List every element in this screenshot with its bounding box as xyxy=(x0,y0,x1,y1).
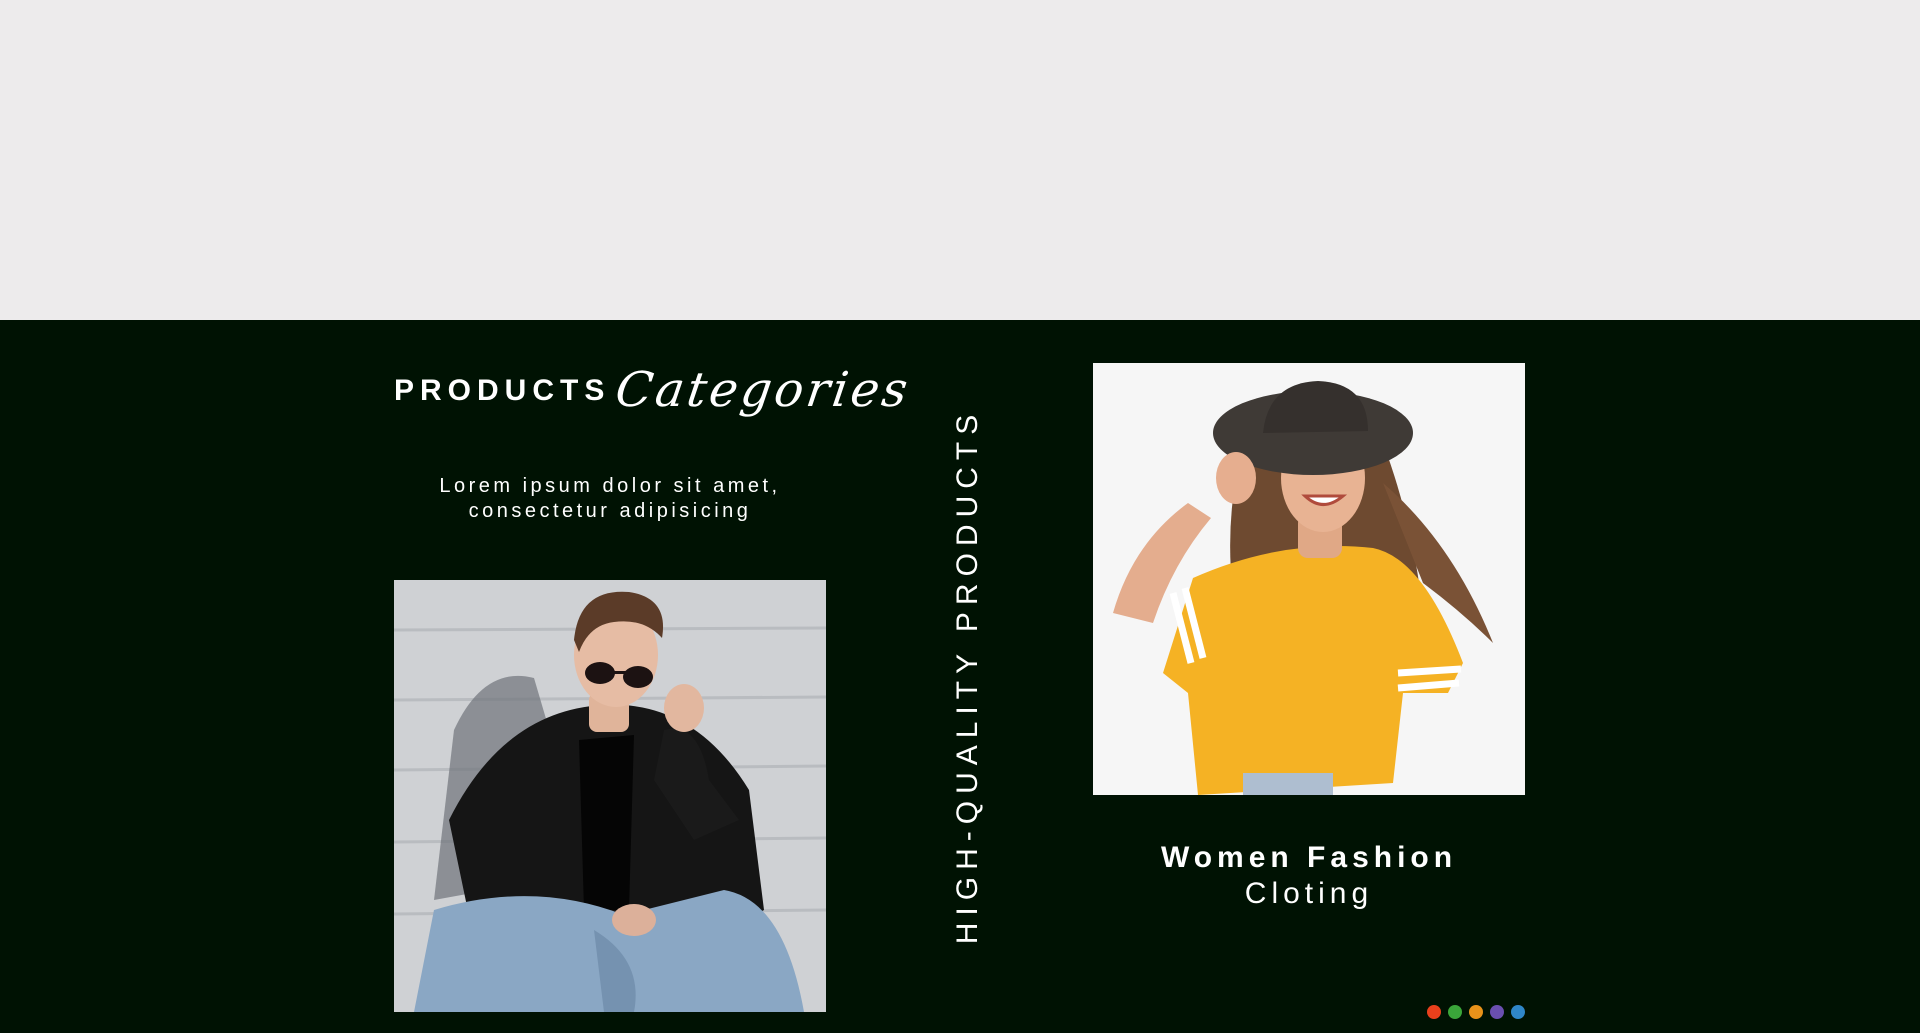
woman-in-hat-photo[interactable] xyxy=(1093,363,1525,795)
intro-text: Lorem ipsum dolor sit amet, consectetur … xyxy=(394,474,826,524)
feature-subtitle: Cloting xyxy=(1244,877,1374,910)
color-dot-purple[interactable] xyxy=(1490,1005,1504,1019)
heading-products: PRODUCTS xyxy=(394,374,611,407)
feature-title: Women Fashion xyxy=(1160,841,1458,874)
color-dot-red[interactable] xyxy=(1427,1005,1441,1019)
intro-line-1: Lorem ipsum dolor sit amet, xyxy=(439,475,781,497)
high-quality-products-label: HIGH-QUALITY PRODUCTS xyxy=(951,407,984,945)
feature-caption: Women Fashion Cloting xyxy=(1093,840,1525,912)
page: PRODUCTS Categories Lorem ipsum dolor si… xyxy=(0,0,1920,1033)
man-in-sunglasses-photo[interactable] xyxy=(394,580,826,1012)
intro-line-2: consectetur adipisicing xyxy=(468,500,752,522)
color-dot-blue[interactable] xyxy=(1511,1005,1525,1019)
color-dot-orange[interactable] xyxy=(1469,1005,1483,1019)
heading-categories: Categories xyxy=(612,362,914,418)
color-dot-green[interactable] xyxy=(1448,1005,1462,1019)
color-dots xyxy=(1427,1005,1525,1019)
section-heading: PRODUCTS Categories xyxy=(394,362,914,442)
top-band xyxy=(0,0,1920,320)
